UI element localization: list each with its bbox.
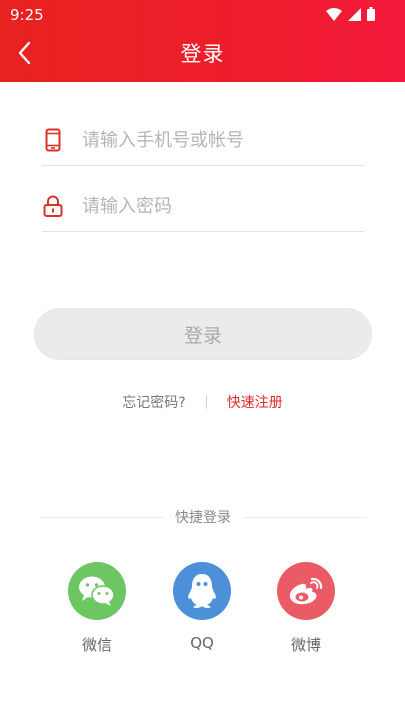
signal-icon	[348, 7, 361, 21]
auth-links: 忘记密码? 快速注册	[0, 390, 405, 414]
qq-icon	[173, 562, 231, 620]
app-header: 9:25 登录	[0, 0, 405, 82]
divider-line-left	[40, 516, 163, 518]
weibo-login-button[interactable]: 微博	[276, 562, 336, 655]
wechat-login-button[interactable]: 微信	[67, 562, 127, 655]
status-icons	[326, 7, 375, 21]
password-field	[42, 180, 364, 232]
qq-login-button[interactable]: QQ	[172, 562, 232, 652]
wifi-icon	[326, 7, 342, 21]
status-time: 9:25	[10, 6, 44, 24]
divider-line-right	[243, 516, 366, 518]
quick-login-title: 快捷登录	[175, 510, 231, 526]
login-button[interactable]: 登录	[34, 308, 372, 360]
account-input[interactable]	[82, 124, 352, 156]
account-field	[42, 114, 364, 166]
weibo-icon	[277, 562, 335, 620]
wechat-label: 微信	[81, 636, 112, 654]
weibo-label: 微博	[290, 636, 321, 654]
phone-icon	[42, 127, 64, 153]
password-input[interactable]	[82, 190, 352, 222]
link-divider	[205, 395, 207, 409]
quick-login-divider: 快捷登录	[40, 506, 366, 528]
status-bar: 9:25	[0, 0, 405, 30]
forgot-password-link[interactable]: 忘记密码?	[122, 392, 185, 412]
page-title: 登录	[180, 42, 225, 66]
wechat-icon	[68, 562, 126, 620]
register-link[interactable]: 快速注册	[227, 392, 283, 412]
qq-label: QQ	[190, 634, 214, 652]
battery-icon	[367, 7, 375, 21]
lock-icon	[42, 193, 64, 219]
